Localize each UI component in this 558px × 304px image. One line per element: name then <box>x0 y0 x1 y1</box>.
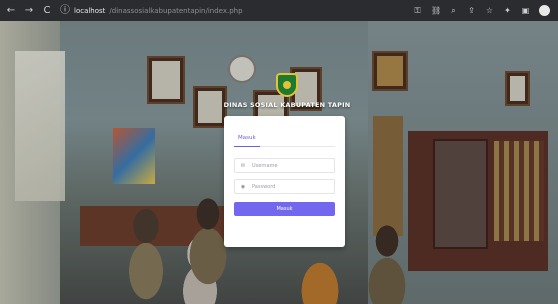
zoom-icon[interactable]: ⌕ <box>449 6 458 16</box>
page-title: DINAS SOSIAL KABUPATEN TAPIN <box>223 101 351 109</box>
share-icon[interactable]: ⇪ <box>467 6 476 15</box>
star-icon[interactable]: ☆ <box>485 6 494 15</box>
brand-header: DINAS SOSIAL KABUPATEN TAPIN <box>222 73 352 109</box>
eye-icon: ◉ <box>240 183 246 190</box>
reload-icon[interactable]: C <box>42 5 52 16</box>
login-button[interactable]: Masuk <box>234 202 335 216</box>
puzzle-icon[interactable]: ✦ <box>503 6 512 15</box>
mail-icon: ✉ <box>240 162 246 169</box>
username-field[interactable]: ✉ <box>234 158 335 173</box>
key-icon[interactable]: ⚿ <box>413 6 422 16</box>
url-path: /dinassosialkabupatentapin/index.php <box>109 6 243 15</box>
password-input[interactable] <box>252 183 322 190</box>
tab-masuk[interactable]: Masuk <box>234 135 260 147</box>
emblem-logo <box>276 73 298 97</box>
extension-icon[interactable]: ⛓ <box>431 6 441 15</box>
username-input[interactable] <box>252 162 322 169</box>
profile-icon[interactable] <box>539 5 550 16</box>
login-card: Masuk ✉ ◉ Masuk <box>224 116 345 247</box>
back-icon[interactable]: ← <box>6 5 16 16</box>
forward-icon[interactable]: → <box>24 5 34 16</box>
url-host: localhost <box>74 6 106 15</box>
password-field[interactable]: ◉ <box>234 179 335 194</box>
address-bar[interactable]: ⓘ localhost/dinassosialkabupatentapin/in… <box>60 4 405 18</box>
browser-toolbar: ← → C ⓘ localhost/dinassosialkabupatenta… <box>0 0 558 21</box>
sidebar-icon[interactable]: ▣ <box>521 6 530 15</box>
browser-actions: ⚿ ⛓ ⌕ ⇪ ☆ ✦ ▣ <box>413 5 550 16</box>
info-icon[interactable]: ⓘ <box>60 5 70 16</box>
